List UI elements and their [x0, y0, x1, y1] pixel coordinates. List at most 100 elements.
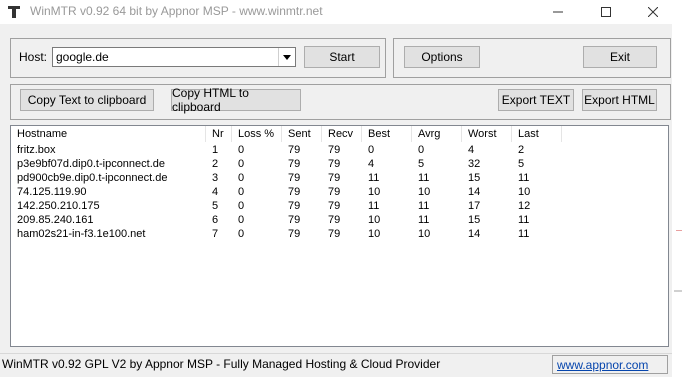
maximize-icon — [601, 7, 611, 17]
export-text-button[interactable]: Export TEXT — [498, 89, 574, 111]
column-header-hostname[interactable]: Hostname — [11, 126, 206, 142]
cell-hostname: pd900cb9e.dip0.t-ipconnect.de — [17, 172, 168, 184]
cell-sent: 79 — [288, 214, 301, 226]
winmtr-window: WinMTR v0.92 64 bit by Appnor MSP - www.… — [0, 0, 672, 377]
host-dropdown-button[interactable] — [278, 48, 295, 66]
export-html-button[interactable]: Export HTML — [582, 89, 657, 111]
column-header-best[interactable]: Best — [362, 126, 412, 142]
table-row[interactable]: 142.250.210.175 5 0 79 79 11 11 17 12 — [11, 199, 668, 213]
cell-loss: 0 — [238, 200, 245, 212]
cell-last: 2 — [518, 144, 525, 156]
cell-recv: 79 — [328, 144, 341, 156]
cell-worst: 15 — [468, 214, 481, 226]
status-text: WinMTR v0.92 GPL V2 by Appnor MSP - Full… — [2, 357, 441, 371]
title-bar[interactable]: WinMTR v0.92 64 bit by Appnor MSP - www.… — [0, 0, 672, 24]
background-window-edge — [672, 0, 682, 376]
cell-recv: 79 — [328, 200, 341, 212]
cell-recv: 79 — [328, 214, 341, 226]
column-header-sent[interactable]: Sent — [282, 126, 322, 142]
cell-sent: 79 — [288, 200, 301, 212]
cell-loss: 0 — [238, 228, 245, 240]
cell-best: 11 — [368, 172, 380, 184]
cell-worst: 32 — [468, 158, 481, 170]
cell-worst: 17 — [468, 200, 481, 212]
cell-sent: 79 — [288, 172, 301, 184]
status-bar: WinMTR v0.92 GPL V2 by Appnor MSP - Full… — [0, 353, 672, 377]
close-button[interactable] — [630, 0, 676, 24]
background-line — [674, 290, 682, 292]
copy-text-button[interactable]: Copy Text to clipboard — [20, 89, 154, 111]
copy-html-button[interactable]: Copy HTML to clipboard — [171, 86, 301, 114]
cell-avrg: 0 — [418, 144, 425, 156]
cell-nr: 5 — [212, 200, 219, 212]
cell-nr: 2 — [212, 158, 219, 170]
table-row[interactable]: 209.85.240.161 6 0 79 79 10 11 15 11 — [11, 213, 668, 227]
cell-best: 10 — [368, 214, 381, 226]
cell-best: 10 — [368, 186, 381, 198]
cell-hostname: p3e9bf07d.dip0.t-ipconnect.de — [17, 158, 166, 170]
cell-nr: 7 — [212, 228, 219, 240]
cell-best: 10 — [368, 228, 381, 240]
cell-hostname: ham02s21-in-f3.1e100.net — [17, 228, 146, 240]
table-row[interactable]: ham02s21-in-f3.1e100.net 7 0 79 79 10 10… — [11, 227, 668, 241]
cell-avrg: 11 — [418, 200, 430, 212]
maximize-button[interactable] — [583, 0, 629, 24]
column-header-worst[interactable]: Worst — [462, 126, 512, 142]
cell-hostname: 209.85.240.161 — [17, 214, 94, 226]
host-label: Host: — [19, 50, 48, 64]
table-row[interactable]: pd900cb9e.dip0.t-ipconnect.de 3 0 79 79 … — [11, 171, 668, 185]
cell-loss: 0 — [238, 144, 245, 156]
cell-recv: 79 — [328, 172, 341, 184]
chevron-down-icon — [283, 54, 291, 60]
appnor-link[interactable]: www.appnor.com — [557, 358, 648, 372]
cell-worst: 15 — [468, 172, 481, 184]
cell-avrg: 11 — [418, 172, 430, 184]
table-header: Hostname Nr Loss % Sent Recv Best Avrg W… — [11, 126, 668, 142]
cell-sent: 79 — [288, 144, 301, 156]
column-header-recv[interactable]: Recv — [322, 126, 362, 142]
cell-last: 10 — [518, 186, 531, 198]
cell-sent: 79 — [288, 158, 301, 170]
minimize-button[interactable] — [535, 0, 581, 24]
column-header-last[interactable]: Last — [512, 126, 562, 142]
winmtr-app-icon — [8, 6, 20, 18]
cell-nr: 4 — [212, 186, 219, 198]
cell-loss: 0 — [238, 172, 245, 184]
cell-hostname: 142.250.210.175 — [17, 200, 100, 212]
cell-last: 11 — [518, 214, 530, 226]
options-button[interactable]: Options — [404, 46, 480, 68]
host-input-value[interactable]: google.de — [56, 50, 109, 64]
exit-button[interactable]: Exit — [583, 46, 657, 68]
cell-best: 0 — [368, 144, 375, 156]
column-header-avrg[interactable]: Avrg — [412, 126, 462, 142]
host-combobox[interactable]: google.de — [52, 47, 296, 67]
start-button[interactable]: Start — [304, 46, 380, 68]
cell-hostname: fritz.box — [17, 144, 56, 156]
cell-hostname: 74.125.119.90 — [17, 186, 87, 198]
cell-last: 12 — [518, 200, 531, 212]
cell-worst: 4 — [468, 144, 475, 156]
cell-recv: 79 — [328, 158, 341, 170]
window-title: WinMTR v0.92 64 bit by Appnor MSP - www.… — [30, 4, 323, 18]
cell-recv: 79 — [328, 228, 341, 240]
cell-last: 11 — [518, 172, 530, 184]
table-row[interactable]: fritz.box 1 0 79 79 0 0 4 2 — [11, 143, 668, 157]
cell-loss: 0 — [238, 186, 245, 198]
appnor-link-box[interactable]: www.appnor.com — [552, 355, 668, 374]
cell-best: 11 — [368, 200, 380, 212]
column-header-nr[interactable]: Nr — [206, 126, 232, 142]
cell-last: 11 — [518, 228, 530, 240]
cell-best: 4 — [368, 158, 375, 170]
column-header-loss[interactable]: Loss % — [232, 126, 282, 142]
cell-avrg: 5 — [418, 158, 425, 170]
cell-avrg: 11 — [418, 214, 430, 226]
cell-avrg: 10 — [418, 228, 431, 240]
cell-avrg: 10 — [418, 186, 431, 198]
table-row[interactable]: 74.125.119.90 4 0 79 79 10 10 14 10 — [11, 185, 668, 199]
cell-nr: 3 — [212, 172, 219, 184]
cell-recv: 79 — [328, 186, 341, 198]
table-row[interactable]: p3e9bf07d.dip0.t-ipconnect.de 2 0 79 79 … — [11, 157, 668, 171]
results-table[interactable]: Hostname Nr Loss % Sent Recv Best Avrg W… — [10, 125, 669, 347]
cell-sent: 79 — [288, 228, 301, 240]
cell-loss: 0 — [238, 158, 245, 170]
